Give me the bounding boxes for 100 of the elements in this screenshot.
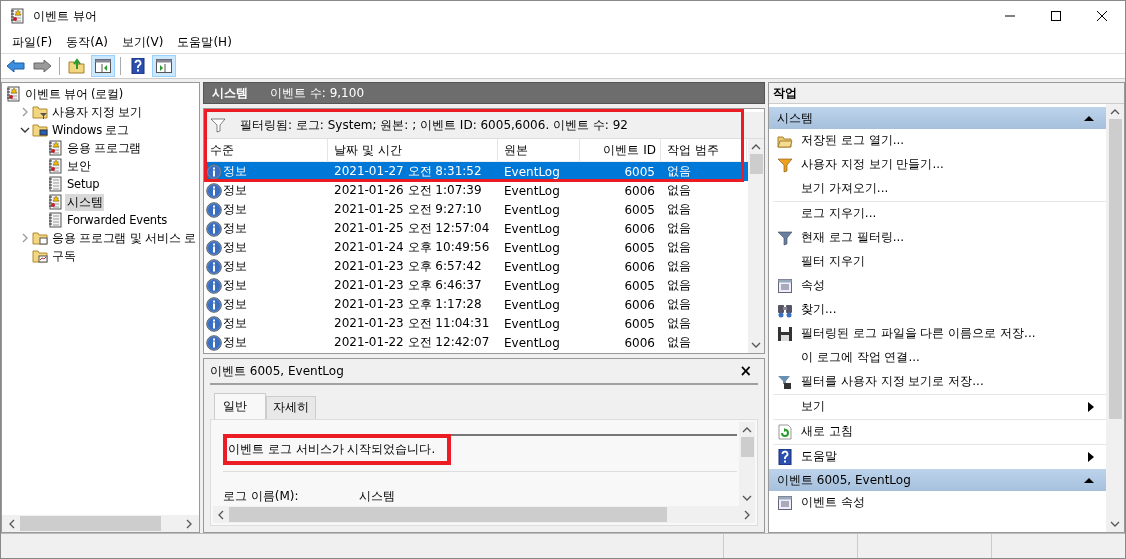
scrollbar-thumb[interactable]	[749, 154, 763, 174]
action-link[interactable]: 현재 로그 필터링...	[801, 229, 1094, 246]
toolbar-button[interactable]	[152, 55, 176, 77]
menu-item[interactable]: 파일(F)	[5, 31, 60, 53]
chevron-right-icon[interactable]	[20, 107, 30, 117]
action-link[interactable]: 보기	[801, 398, 1080, 415]
action-link[interactable]: 찾기...	[801, 301, 1094, 318]
field-label: 로그 이름(M):	[223, 488, 300, 505]
action-link[interactable]: 보기 가져오기...	[801, 180, 1094, 197]
action-link[interactable]: 도움말	[801, 448, 1080, 465]
column-header[interactable]: 작업 범주	[661, 139, 747, 161]
tree-item[interactable]: 사용자 지정 보기	[50, 103, 144, 121]
collapse-icon[interactable]	[1084, 477, 1094, 483]
action-link[interactable]: 저장된 로그 열기...	[801, 132, 1094, 149]
table-cell-text: 없음	[666, 315, 692, 332]
event-row[interactable]: 정보 2021-01-25 오전 12:57:04 EventLog 6006 없음	[204, 219, 748, 238]
menu-item[interactable]: 보기(V)	[114, 31, 171, 53]
table-cell-text: 6005	[623, 164, 656, 179]
chevron-right-icon[interactable]	[20, 233, 30, 243]
scroll-up-icon[interactable]	[742, 426, 752, 434]
toolbar-button[interactable]	[91, 55, 115, 77]
action-link[interactable]: 새로 고침	[801, 423, 1094, 440]
event-row[interactable]: 정보 2021-01-22 오전 12:42:07 EventLog 6006 없음	[204, 333, 748, 352]
horizontal-scrollbar[interactable]	[2, 515, 199, 532]
scroll-right-icon[interactable]	[185, 518, 193, 529]
action-link[interactable]: 필터링된 로그 파일을 다른 이름으로 저장...	[801, 325, 1094, 342]
scroll-right-icon[interactable]	[743, 509, 751, 520]
event-row[interactable]: 정보 2021-01-23 오후 1:17:28 EventLog 6006 없음	[204, 295, 748, 314]
info-icon	[206, 334, 222, 351]
menu-item[interactable]: 동작(A)	[59, 31, 115, 53]
vertical-scrollbar[interactable]	[739, 422, 755, 506]
action-link[interactable]: 속성	[801, 277, 1094, 294]
table-cell-text: EventLog	[503, 221, 561, 236]
event-row[interactable]: 정보 2021-01-25 오전 9:27:10 EventLog 6005 없음	[204, 200, 748, 219]
tree-item[interactable]: 이벤트 뷰어 (로컬)	[23, 85, 126, 103]
event-row[interactable]: 정보 2021-01-24 오후 10:49:56 EventLog 6005 없음	[204, 238, 748, 257]
action-link[interactable]: 필터 지우기	[801, 253, 1094, 270]
table-cell: 정보	[223, 201, 247, 218]
collapse-icon[interactable]	[1084, 115, 1094, 121]
event-row[interactable]: 정보 2021-01-23 오후 6:46:37 EventLog 6005 없음	[204, 276, 748, 295]
table-cell-text: 없음	[666, 201, 692, 218]
log-icon	[5, 86, 21, 102]
tree-item[interactable]: 응용 프로그램	[65, 139, 144, 157]
table-cell-text: 6005	[623, 240, 656, 255]
section-title: 시스템	[777, 109, 813, 127]
tree-item[interactable]: 응용 프로그램 및 서비스 로	[50, 229, 198, 247]
scrollbar-thumb[interactable]	[740, 437, 754, 457]
table-cell-text: 2021-01-25 오전 12:57:04	[333, 220, 491, 237]
scrollbar-thumb[interactable]	[1108, 119, 1122, 419]
scrollbar-thumb[interactable]	[20, 516, 161, 531]
tree-item[interactable]: Forwarded Events	[65, 212, 169, 228]
vertical-scrollbar[interactable]	[748, 139, 764, 353]
scroll-down-icon[interactable]	[751, 341, 761, 349]
scroll-down-icon[interactable]	[1110, 520, 1120, 528]
scroll-down-icon[interactable]	[742, 494, 752, 502]
table-cell: 정보	[223, 296, 247, 313]
chevron-down-icon[interactable]	[20, 125, 30, 135]
menu-item[interactable]: 도움말(H)	[170, 31, 239, 53]
action-link[interactable]: 필터를 사용자 지정 보기로 저장...	[801, 373, 1094, 390]
table-cell-text: 2021-01-25 오전 9:27:10	[333, 201, 483, 218]
horizontal-scrollbar[interactable]	[213, 506, 755, 523]
event-row[interactable]: 정보 2021-01-23 오전 11:04:31 EventLog 6005 없음	[204, 314, 748, 333]
vertical-scrollbar[interactable]	[1106, 104, 1124, 532]
tree-item[interactable]: 보안	[65, 157, 93, 175]
funnel-icon	[210, 117, 226, 133]
scroll-up-icon[interactable]	[751, 143, 761, 151]
section-header[interactable]: 이벤트 6005, EventLog	[769, 469, 1106, 491]
help-icon	[130, 58, 146, 74]
log-icon	[47, 176, 63, 192]
tree-item[interactable]: Windows 로그	[50, 121, 131, 139]
info-icon	[206, 201, 222, 218]
scroll-left-icon[interactable]	[217, 509, 225, 520]
action-link[interactable]: 로그 지우기...	[801, 205, 1094, 222]
scroll-left-icon[interactable]	[8, 518, 16, 529]
pane-title: 작업	[773, 84, 797, 102]
action-link[interactable]: 사용자 지정 보기 만들기...	[801, 156, 1094, 173]
tree-item[interactable]: Setup	[65, 176, 102, 192]
column-header[interactable]: 원본	[498, 139, 580, 161]
action-link[interactable]: 이 로그에 작업 연결...	[801, 349, 1094, 366]
table-cell: 정보	[223, 163, 247, 180]
event-row[interactable]: 정보 2021-01-23 오후 6:57:42 EventLog 6006 없음	[204, 257, 748, 276]
refresh-icon	[777, 423, 793, 440]
event-description: 이벤트 로그 서비스가 시작되었습니다.	[228, 442, 436, 456]
close-button[interactable]: ×	[733, 362, 758, 380]
table-cell-text: 6005	[623, 316, 656, 331]
section-header[interactable]: 시스템	[769, 107, 1106, 129]
table-cell-text: EventLog	[503, 164, 561, 179]
action-link[interactable]: 이벤트 속성	[801, 494, 1094, 511]
scrollbar-thumb[interactable]	[229, 507, 667, 522]
tree-item[interactable]: 시스템	[65, 193, 105, 211]
table-cell-text: 6006	[623, 183, 656, 198]
column-header[interactable]: 이벤트 ID	[580, 139, 661, 161]
event-row[interactable]: 정보 2021-01-26 오전 1:07:39 EventLog 6006 없음	[204, 181, 748, 200]
tab[interactable]: 일반	[214, 393, 266, 419]
tree-item[interactable]: 구독	[50, 247, 78, 265]
column-header[interactable]: 수준	[204, 139, 328, 161]
column-header[interactable]: 날짜 및 시간	[328, 139, 498, 161]
tab[interactable]: 자세히	[266, 396, 316, 419]
table-cell-text: EventLog	[503, 316, 561, 331]
scroll-up-icon[interactable]	[1110, 108, 1120, 116]
